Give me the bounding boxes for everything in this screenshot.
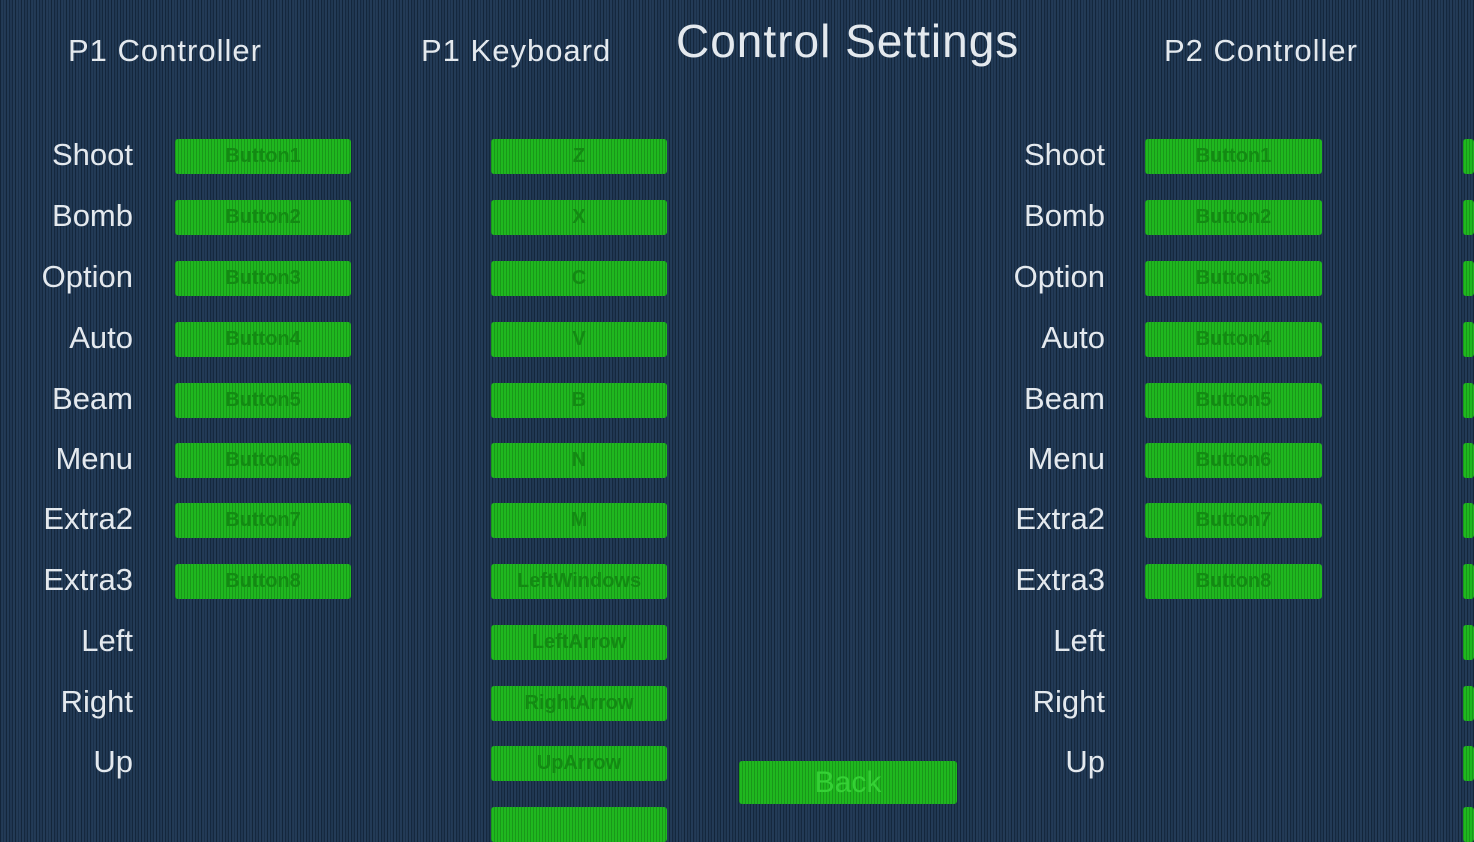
p1-action-label-extra2: Extra2 [43, 501, 133, 536]
p2-keyboard-binding-up[interactable] [1463, 746, 1474, 781]
p2-action-label-beam: Beam [1024, 381, 1105, 416]
p1-action-label-extra3: Extra3 [43, 562, 133, 597]
p1-controller-binding-bomb[interactable]: Button2 [175, 200, 351, 235]
p1-action-label-option: Option [41, 259, 133, 294]
p1-action-label-shoot: Shoot [51, 137, 133, 172]
p1-keyboard-binding-option[interactable]: C [491, 261, 667, 296]
p2-keyboard-binding-shoot[interactable] [1463, 139, 1474, 174]
p1-keyboard-binding-bomb[interactable]: X [491, 200, 667, 235]
p2-controller-binding-menu[interactable]: Button6 [1145, 443, 1322, 478]
p1-keyboard-binding-auto[interactable]: V [491, 322, 667, 357]
p1-action-label-menu: Menu [55, 441, 133, 476]
p2-keyboard-binding-extra3[interactable] [1463, 564, 1474, 599]
p2-action-label-option: Option [1013, 259, 1105, 294]
p2-action-label-menu: Menu [1027, 441, 1105, 476]
p1-keyboard-binding-shoot[interactable]: Z [491, 139, 667, 174]
p1-controller-header: P1 Controller [68, 33, 262, 68]
p1-controller-binding-option[interactable]: Button3 [175, 261, 351, 296]
p2-action-label-bomb: Bomb [1024, 198, 1105, 233]
back-button[interactable]: Back [739, 761, 957, 804]
p2-controller-binding-shoot[interactable]: Button1 [1145, 139, 1322, 174]
p1-controller-binding-extra2[interactable]: Button7 [175, 503, 351, 538]
p2-action-label-extra3: Extra3 [1015, 562, 1105, 597]
screen-title: Control Settings [676, 15, 1020, 67]
p2-keyboard-binding-menu[interactable] [1463, 443, 1474, 478]
p1-keyboard-header: P1 Keyboard [421, 33, 612, 68]
p2-keyboard-binding-option[interactable] [1463, 261, 1474, 296]
p2-keyboard-binding-right[interactable] [1463, 686, 1474, 721]
p1-action-label-beam: Beam [52, 381, 133, 416]
p2-controller-binding-extra2[interactable]: Button7 [1145, 503, 1322, 538]
p1-action-label-up: Up [93, 744, 133, 779]
p1-controller-binding-menu[interactable]: Button6 [175, 443, 351, 478]
p1-controller-binding-auto[interactable]: Button4 [175, 322, 351, 357]
p2-controller-binding-option[interactable]: Button3 [1145, 261, 1322, 296]
p2-action-label-auto: Auto [1041, 320, 1105, 355]
p2-keyboard-binding-row-11[interactable] [1463, 807, 1474, 842]
p2-keyboard-binding-bomb[interactable] [1463, 200, 1474, 235]
p1-keyboard-binding-right[interactable]: RightArrow [491, 686, 667, 721]
p2-keyboard-binding-beam[interactable] [1463, 383, 1474, 418]
p2-controller-binding-extra3[interactable]: Button8 [1145, 564, 1322, 599]
p2-action-label-shoot: Shoot [1023, 137, 1105, 172]
p2-controller-header: P2 Controller [1164, 33, 1358, 68]
p2-action-label-extra2: Extra2 [1015, 501, 1105, 536]
p1-action-label-auto: Auto [69, 320, 133, 355]
p2-keyboard-binding-auto[interactable] [1463, 322, 1474, 357]
p1-keyboard-binding-extra2[interactable]: M [491, 503, 667, 538]
p1-controller-binding-beam[interactable]: Button5 [175, 383, 351, 418]
p1-keyboard-binding-extra3[interactable]: LeftWindows [491, 564, 667, 599]
p1-keyboard-binding-row-11[interactable] [491, 807, 667, 842]
p1-keyboard-binding-up[interactable]: UpArrow [491, 746, 667, 781]
p2-keyboard-binding-extra2[interactable] [1463, 503, 1474, 538]
p1-keyboard-binding-menu[interactable]: N [491, 443, 667, 478]
p1-keyboard-binding-beam[interactable]: B [491, 383, 667, 418]
p1-keyboard-binding-left[interactable]: LeftArrow [491, 625, 667, 660]
p1-action-label-left: Left [81, 623, 133, 658]
p1-action-label-right: Right [60, 684, 133, 719]
p2-action-label-right: Right [1032, 684, 1105, 719]
p2-controller-binding-auto[interactable]: Button4 [1145, 322, 1322, 357]
p1-controller-binding-shoot[interactable]: Button1 [175, 139, 351, 174]
p2-controller-binding-bomb[interactable]: Button2 [1145, 200, 1322, 235]
p2-keyboard-binding-left[interactable] [1463, 625, 1474, 660]
p1-controller-binding-extra3[interactable]: Button8 [175, 564, 351, 599]
p2-action-label-left: Left [1053, 623, 1105, 658]
p1-action-label-bomb: Bomb [52, 198, 133, 233]
p2-controller-binding-beam[interactable]: Button5 [1145, 383, 1322, 418]
